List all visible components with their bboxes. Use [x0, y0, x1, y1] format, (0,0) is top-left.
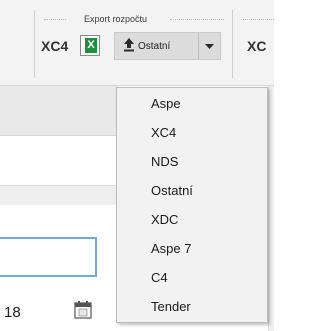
menu-item-c4[interactable]: C4 — [117, 264, 267, 291]
export-format-dropdown-menu: Aspe XC4 NDS Ostatní XDC Aspe 7 C4 Tende… — [116, 87, 268, 323]
export-xc4-button-partial[interactable]: XC — [247, 38, 266, 54]
menu-item-xdc[interactable]: XDC — [117, 206, 267, 233]
menu-item-xc4[interactable]: XC4 — [117, 119, 267, 146]
right-panel-edge — [268, 86, 274, 331]
toolbar-band — [0, 86, 118, 136]
group-title-rule — [170, 19, 224, 20]
menu-item-aspe[interactable]: Aspe — [117, 90, 267, 117]
chevron-down-icon — [205, 44, 214, 49]
calendar-icon[interactable] — [73, 300, 93, 320]
export-excel-button[interactable]: X — [80, 35, 100, 56]
date-field-value[interactable]: 18 — [4, 304, 21, 321]
export-xc4-button[interactable]: XC4 — [41, 38, 68, 54]
ribbon-group-separator — [34, 10, 35, 78]
excel-icon: X — [85, 38, 97, 53]
menu-item-tender[interactable]: Tender — [117, 293, 267, 320]
focused-input[interactable] — [0, 237, 97, 277]
group-title-rule — [243, 19, 274, 20]
menu-item-nds[interactable]: NDS — [117, 148, 267, 175]
upload-arrow-icon — [124, 38, 134, 52]
section-header — [0, 185, 118, 205]
ostatni-button-label[interactable]: Ostatní — [138, 41, 170, 52]
menu-item-aspe-7[interactable]: Aspe 7 — [117, 235, 267, 262]
ostatni-dropdown-toggle[interactable] — [198, 33, 220, 59]
group-title-rule — [44, 19, 66, 20]
ribbon-group-title: Export rozpočtu — [84, 14, 148, 24]
menu-item-ostatni[interactable]: Ostatní — [117, 177, 267, 204]
ribbon-group-separator — [232, 10, 233, 78]
